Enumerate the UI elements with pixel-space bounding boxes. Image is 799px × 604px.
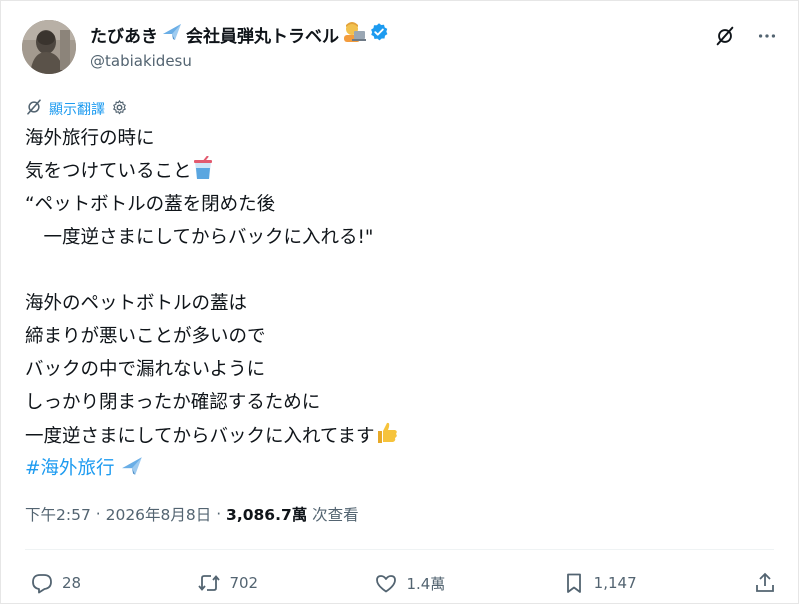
tweet-date[interactable]: 2026年8月8日 xyxy=(106,503,212,525)
author-name-line[interactable]: たびあき 会社員弾丸トラベル xyxy=(90,21,389,47)
grok-icon[interactable] xyxy=(713,24,737,48)
verified-badge-icon xyxy=(369,22,389,47)
meta-separator: · xyxy=(90,505,106,523)
tweet-line: #海外旅行 xyxy=(25,452,765,485)
more-icon[interactable] xyxy=(755,24,779,48)
cup-with-straw-emoji xyxy=(192,155,214,191)
heart-icon xyxy=(376,575,397,593)
tweet-line: 気をつけていること xyxy=(25,155,765,188)
translate-row[interactable]: 顯示翻譯 xyxy=(25,98,128,120)
bookmark-icon xyxy=(566,573,581,593)
avatar[interactable] xyxy=(22,20,76,74)
share-icon xyxy=(756,572,774,592)
tweet-line: 海外のペットボトルの蓋は xyxy=(25,293,248,314)
tweet-line: 一度逆さまにしてからバックに入れてます xyxy=(25,419,765,452)
reply-count: 28 xyxy=(62,574,82,592)
share-button[interactable] xyxy=(753,571,777,595)
gear-icon[interactable] xyxy=(111,99,128,120)
author-handle[interactable]: @tabiakidesu xyxy=(90,52,192,70)
bookmark-button[interactable]: 1,147 xyxy=(562,571,637,595)
author-display-name[interactable]: たびあき xyxy=(90,22,158,47)
like-count: 1.4萬 xyxy=(406,574,446,593)
thumbs-up-emoji xyxy=(374,419,400,456)
meta-separator: · xyxy=(211,505,227,523)
translate-link[interactable]: 顯示翻譯 xyxy=(49,99,105,119)
hashtag-link[interactable]: #海外旅行 xyxy=(25,458,115,479)
tweet-line: 締まりが悪いことが多いので xyxy=(25,326,266,347)
avatar-photo xyxy=(22,20,76,74)
tweet-line: “ペットボトルの蓋を閉めた後 xyxy=(25,194,276,215)
tweet-line: 海外旅行の時に xyxy=(25,128,155,149)
tweet-line: 一度逆さまにしてからバックに入れる!" xyxy=(25,227,374,248)
like-button[interactable]: 1.4萬 xyxy=(374,571,445,595)
tweet-line: バックの中で漏れないように xyxy=(25,359,266,380)
author-display-name-suffix[interactable]: 会社員弾丸トラベル xyxy=(186,22,339,47)
reply-icon xyxy=(32,574,52,594)
tweet-text: 海外旅行の時に 気をつけていること “ペットボトルの蓋を閉めた後 一度逆さまにし… xyxy=(25,122,765,485)
retweet-icon xyxy=(198,575,221,591)
translate-icon xyxy=(25,98,43,120)
tweet-line: しっかり閉まったか確認するために xyxy=(25,392,321,413)
reply-button[interactable]: 28 xyxy=(30,571,81,595)
bookmark-count: 1,147 xyxy=(593,574,637,592)
view-label: 次查看 xyxy=(307,506,359,524)
action-bar: 28 702 1.4萬 1,147 xyxy=(30,566,777,600)
tweet-meta: 下午2:57 · 2026年8月8日 · 3,086.7萬 次查看 xyxy=(25,503,359,525)
tweet-time[interactable]: 下午2:57 xyxy=(25,503,91,525)
view-count: 3,086.7萬 xyxy=(226,506,308,524)
retweet-button[interactable]: 702 xyxy=(197,571,258,595)
retweet-count: 702 xyxy=(229,574,259,592)
airplane-emoji xyxy=(120,455,144,488)
divider xyxy=(25,549,774,550)
technologist-emoji xyxy=(342,21,366,48)
airplane-emoji xyxy=(161,22,183,47)
